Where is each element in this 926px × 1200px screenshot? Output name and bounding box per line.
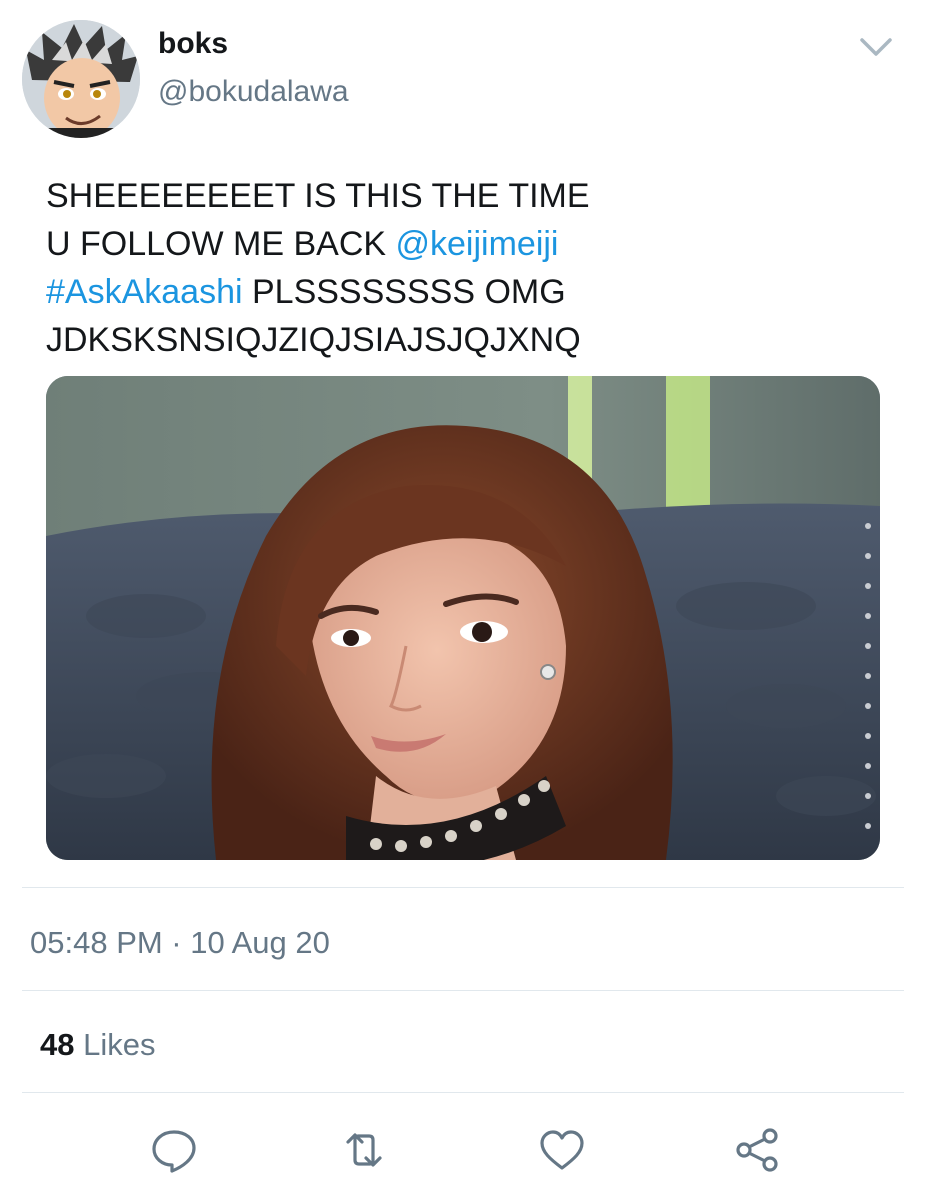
tweet-text-line: SHEEEEEEEET IS THIS THE TIME bbox=[46, 177, 590, 215]
chevron-down-icon[interactable] bbox=[858, 34, 894, 62]
likes-label: Likes bbox=[74, 1027, 156, 1062]
divider bbox=[22, 990, 904, 991]
user-handle[interactable]: @bokudalawa bbox=[158, 74, 349, 110]
anime-avatar-icon bbox=[22, 20, 140, 138]
divider bbox=[22, 1092, 904, 1093]
tweet-text-segment: PLSSSSSSSS OMG bbox=[242, 273, 566, 311]
tweet-timestamp[interactable]: 05:48 PM · 10 Aug 20 bbox=[30, 924, 330, 962]
display-name[interactable]: boks bbox=[158, 26, 228, 62]
tweet-text-line: U FOLLOW ME BACK @keijimeiji bbox=[46, 220, 886, 268]
likes-count[interactable]: 48 Likes bbox=[40, 1026, 155, 1064]
hashtag-link[interactable]: #AskAkaashi bbox=[46, 273, 243, 311]
likes-number: 48 bbox=[40, 1027, 75, 1062]
like-button[interactable] bbox=[536, 1124, 588, 1176]
avatar[interactable] bbox=[22, 20, 140, 138]
tweet-text-line: JDKSKSNSIQJZIQJSIAJSJQJXNQ bbox=[46, 321, 581, 359]
tweet-text-segment: U FOLLOW ME BACK bbox=[46, 225, 396, 263]
tweet-photo[interactable] bbox=[46, 376, 880, 860]
tweet-text: SHEEEEEEEET IS THIS THE TIME U FOLLOW ME… bbox=[46, 172, 886, 364]
reply-button[interactable] bbox=[148, 1124, 200, 1176]
heart-icon bbox=[540, 1130, 584, 1170]
mention-link[interactable]: @keijimeiji bbox=[396, 225, 559, 263]
divider bbox=[22, 887, 904, 888]
retweet-icon bbox=[346, 1133, 382, 1167]
retweet-button[interactable] bbox=[338, 1124, 390, 1176]
tweet-text-line: #AskAkaashi PLSSSSSSSS OMG bbox=[46, 268, 886, 316]
share-icon bbox=[736, 1128, 778, 1172]
comment-icon bbox=[152, 1130, 196, 1173]
share-button[interactable] bbox=[732, 1124, 784, 1176]
tweet-card: boks @bokudalawa SHEEEEEEEET IS THIS THE… bbox=[0, 0, 926, 1200]
